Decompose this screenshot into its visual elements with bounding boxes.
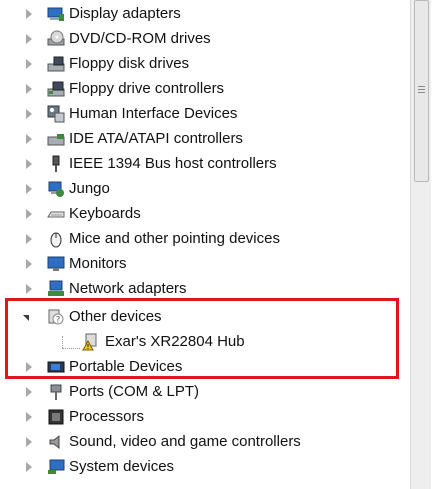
expand-arrow-icon[interactable] [26, 9, 32, 19]
expand-arrow-icon[interactable] [26, 109, 32, 119]
tree-item-label: Human Interface Devices [69, 105, 238, 122]
tree-item-mice[interactable]: Mice and other pointing devices [0, 227, 410, 252]
port-icon [47, 383, 65, 401]
tree-item-dvd-drives[interactable]: DVD/CD-ROM drives [0, 27, 410, 52]
tree-item-keyboards[interactable]: Keyboards [0, 202, 410, 227]
expand-arrow-icon[interactable] [26, 34, 32, 44]
tree-item-jungo[interactable]: Jungo [0, 177, 410, 202]
expand-arrow-icon[interactable] [26, 412, 32, 422]
scrollbar-grip [418, 86, 425, 87]
tree-item-floppy-drive-controllers[interactable]: Floppy drive controllers [0, 77, 410, 102]
expand-arrow-icon[interactable] [26, 259, 32, 269]
tree-item-system-devices[interactable]: System devices [0, 455, 410, 480]
expand-arrow-icon[interactable] [26, 134, 32, 144]
processor-icon [47, 408, 65, 426]
device-tree: Display adapters DVD/CD-ROM drives Flopp… [0, 0, 410, 489]
sound-icon [47, 433, 65, 451]
expand-arrow-icon[interactable] [26, 84, 32, 94]
tree-item-display-adapters[interactable]: Display adapters [0, 2, 410, 27]
tree-item-label: System devices [69, 458, 175, 475]
floppy-disk-icon [47, 55, 65, 73]
highlight-box [5, 298, 399, 379]
tree-item-ieee1394-controllers[interactable]: IEEE 1394 Bus host controllers [0, 152, 410, 177]
tree-item-label: IEEE 1394 Bus host controllers [69, 155, 277, 172]
expand-arrow-icon[interactable] [26, 387, 32, 397]
expand-arrow-icon[interactable] [26, 234, 32, 244]
tree-item-floppy-disk-drives[interactable]: Floppy disk drives [0, 52, 410, 77]
expand-arrow-icon[interactable] [26, 184, 32, 194]
display-adapter-icon [47, 5, 65, 23]
keyboard-icon [47, 205, 65, 223]
network-adapter-icon [47, 280, 65, 298]
expand-arrow-icon[interactable] [26, 437, 32, 447]
monitor-icon [47, 255, 65, 273]
expand-arrow-icon[interactable] [26, 209, 32, 219]
tree-item-label: Processors [69, 408, 145, 425]
expand-arrow-icon[interactable] [26, 59, 32, 69]
tree-item-label: Display adapters [69, 5, 181, 22]
mouse-icon [47, 230, 65, 248]
tree-item-human-interface-devices[interactable]: Human Interface Devices [0, 102, 410, 127]
hid-icon [47, 105, 65, 123]
tree-item-monitors[interactable]: Monitors [0, 252, 410, 277]
tree-item-label: Jungo [69, 180, 110, 197]
scrollbar-grip [418, 89, 425, 90]
tree-item-processors[interactable]: Processors [0, 405, 410, 430]
floppy-controller-icon [47, 80, 65, 98]
scrollbar-grip [418, 92, 425, 93]
system-devices-icon [47, 458, 65, 476]
expand-arrow-icon[interactable] [26, 159, 32, 169]
dvd-drive-icon [47, 30, 65, 48]
tree-item-label: Ports (COM & LPT) [69, 383, 200, 400]
scrollbar-thumb[interactable] [414, 0, 429, 182]
tree-item-ports[interactable]: Ports (COM & LPT) [0, 380, 410, 405]
expand-arrow-icon[interactable] [26, 284, 32, 294]
window-edge [431, 0, 442, 489]
tree-item-label: IDE ATA/ATAPI controllers [69, 130, 243, 147]
firewire-icon [47, 155, 65, 173]
tree-item-label: Mice and other pointing devices [69, 230, 280, 247]
tree-item-ide-controllers[interactable]: IDE ATA/ATAPI controllers [0, 127, 410, 152]
tree-item-label: Keyboards [69, 205, 141, 222]
ide-controller-icon [47, 130, 65, 148]
tree-item-label: DVD/CD-ROM drives [69, 30, 211, 47]
tree-item-label: Sound, video and game controllers [69, 433, 301, 450]
tree-item-label: Monitors [69, 255, 127, 272]
jungo-icon [47, 180, 65, 198]
tree-item-label: Network adapters [69, 280, 187, 297]
expand-arrow-icon[interactable] [26, 462, 32, 472]
tree-item-label: Floppy drive controllers [69, 80, 225, 97]
tree-item-label: Floppy disk drives [69, 55, 190, 72]
tree-item-sound-controllers[interactable]: Sound, video and game controllers [0, 430, 410, 455]
